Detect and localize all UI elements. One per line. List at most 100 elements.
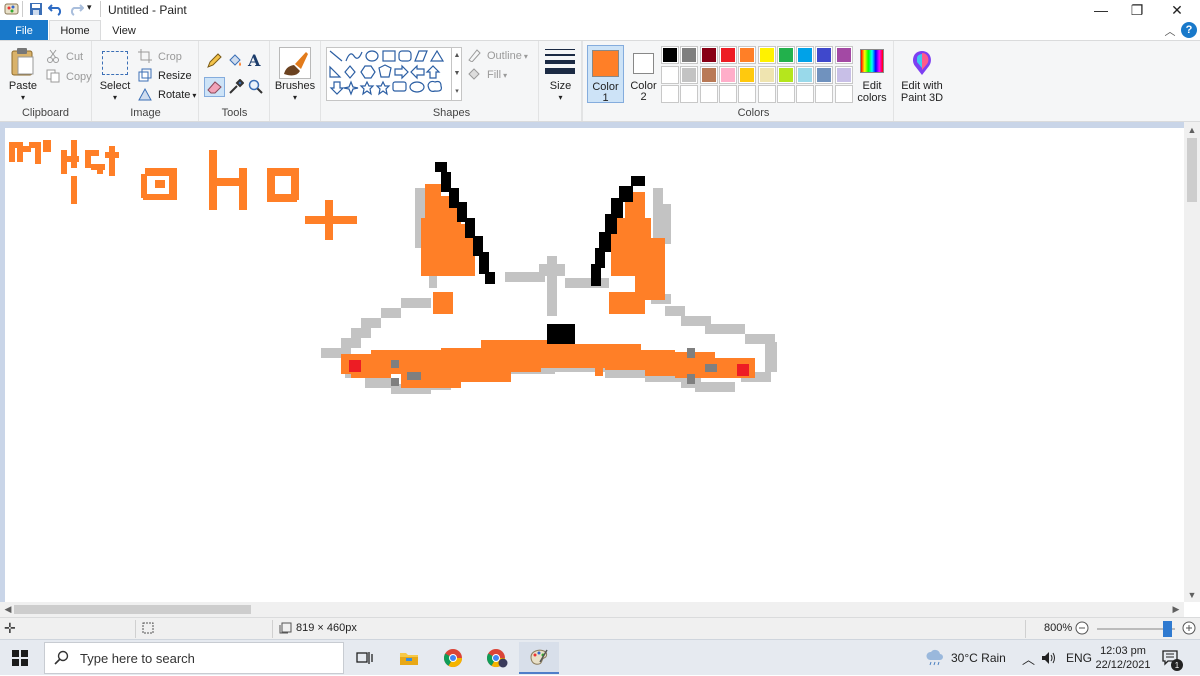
- rotate-button[interactable]: Rotate ▾: [138, 87, 196, 103]
- edit-with-paint3d-button[interactable]: Edit with: [895, 80, 949, 92]
- chrome-icon[interactable]: [433, 642, 473, 674]
- tab-home[interactable]: Home: [49, 20, 101, 41]
- pencil-icon[interactable]: [206, 53, 222, 72]
- text-tool-icon[interactable]: A: [248, 51, 260, 70]
- palette-swatch[interactable]: [776, 65, 795, 84]
- chrome-profile-icon[interactable]: [477, 642, 517, 674]
- custom-color-slot[interactable]: [661, 85, 679, 103]
- palette-swatch[interactable]: [661, 65, 679, 84]
- palette-swatch[interactable]: [815, 46, 834, 64]
- custom-color-slot[interactable]: [776, 85, 795, 103]
- close-button[interactable]: ✕: [1154, 0, 1200, 20]
- zoom-in-icon[interactable]: [1182, 621, 1196, 635]
- palette-swatch[interactable]: [815, 65, 834, 84]
- custom-color-slot[interactable]: [738, 85, 757, 103]
- task-view-icon[interactable]: [345, 642, 385, 674]
- size-button[interactable]: Size: [539, 80, 582, 92]
- redo-icon[interactable]: [68, 2, 84, 16]
- palette-swatch[interactable]: [834, 65, 853, 84]
- palette-swatch[interactable]: [699, 46, 718, 64]
- select-button[interactable]: Select: [95, 80, 135, 92]
- fill-button[interactable]: Fill ▾: [467, 67, 507, 83]
- palette-swatch[interactable]: [661, 46, 679, 64]
- palette-swatch[interactable]: [699, 65, 718, 84]
- paste-icon[interactable]: [10, 47, 36, 80]
- volume-icon[interactable]: [1041, 640, 1057, 676]
- palette-swatch[interactable]: [680, 46, 699, 64]
- paint-taskbar-icon[interactable]: [519, 642, 559, 674]
- scroll-down-icon[interactable]: ▼: [1184, 587, 1200, 602]
- palette-swatch[interactable]: [738, 46, 757, 64]
- size-dropdown-icon[interactable]: ▾: [539, 92, 582, 104]
- edit-colors-button[interactable]: Edit: [852, 80, 892, 92]
- select-icon[interactable]: [102, 51, 128, 75]
- outline-button[interactable]: Outline ▾: [467, 48, 528, 64]
- collapse-ribbon-button[interactable]: ︿: [1162, 20, 1178, 41]
- palette-swatch[interactable]: [796, 46, 815, 64]
- clock[interactable]: 12:03 pm 22/12/2021: [1094, 640, 1152, 676]
- crop-button[interactable]: Crop: [138, 49, 182, 65]
- magnifier-icon[interactable]: [248, 79, 264, 98]
- palette-swatch[interactable]: [834, 46, 853, 64]
- palette-swatch[interactable]: [718, 46, 737, 64]
- custom-color-slot[interactable]: [815, 85, 834, 103]
- vertical-scroll-thumb[interactable]: [1187, 138, 1197, 202]
- windows-start-icon[interactable]: [0, 642, 40, 674]
- zoom-out-icon[interactable]: [1075, 621, 1089, 635]
- action-center-icon[interactable]: 1: [1162, 640, 1183, 676]
- zoom-slider-thumb[interactable]: [1163, 621, 1172, 637]
- scissors-icon: [46, 49, 62, 65]
- shapes-scroll[interactable]: ▲ ▼ ▾: [451, 47, 462, 101]
- select-dropdown-icon[interactable]: ▾: [95, 92, 135, 104]
- brushes-button[interactable]: Brushes: [271, 80, 319, 92]
- scroll-up-icon[interactable]: ▲: [1184, 122, 1200, 137]
- lettering-stroke: [71, 176, 77, 204]
- palette-swatch[interactable]: [796, 65, 815, 84]
- language-indicator[interactable]: ENG: [1066, 640, 1092, 676]
- edit-colors-icon[interactable]: [858, 49, 886, 75]
- file-explorer-icon[interactable]: [389, 642, 429, 674]
- shapes-gallery[interactable]: [326, 47, 462, 101]
- tab-view[interactable]: View: [102, 20, 146, 41]
- show-hidden-icons-icon[interactable]: ︿: [1022, 640, 1035, 676]
- drawing-canvas[interactable]: [5, 128, 1184, 602]
- size-icon[interactable]: [545, 49, 575, 75]
- palette-swatch[interactable]: [757, 65, 776, 84]
- resize-button[interactable]: Resize: [138, 68, 192, 84]
- custom-color-slot[interactable]: [834, 85, 853, 103]
- fill-bucket-icon[interactable]: [227, 53, 243, 72]
- custom-color-slot[interactable]: [699, 85, 718, 103]
- brushes-dropdown-icon[interactable]: ▾: [271, 92, 319, 104]
- palette-swatch[interactable]: [738, 65, 757, 84]
- paste-button[interactable]: Paste: [4, 80, 42, 92]
- cut-button[interactable]: Cut: [46, 49, 83, 65]
- custom-color-slot[interactable]: [796, 85, 815, 103]
- custom-color-slot[interactable]: [680, 85, 699, 103]
- palette-swatch[interactable]: [718, 65, 737, 84]
- taskbar-search-box[interactable]: Type here to search: [44, 642, 344, 674]
- help-button[interactable]: ?: [1181, 22, 1197, 38]
- save-icon[interactable]: [29, 2, 43, 16]
- copy-button[interactable]: Copy: [46, 69, 92, 85]
- palette-swatch[interactable]: [757, 46, 776, 64]
- customize-quick-access-icon[interactable]: ▾: [87, 2, 92, 13]
- undo-icon[interactable]: [48, 2, 64, 16]
- vertical-scrollbar[interactable]: ▲ ▼: [1184, 122, 1200, 602]
- scroll-right-icon[interactable]: ▶: [1168, 602, 1184, 617]
- paint-app-icon[interactable]: [4, 2, 20, 16]
- palette-swatch[interactable]: [776, 46, 795, 64]
- paste-dropdown-icon[interactable]: ▾: [4, 92, 42, 104]
- color2-button[interactable]: Color 2: [626, 45, 663, 103]
- custom-color-slot[interactable]: [718, 85, 737, 103]
- color-picker-icon[interactable]: [228, 78, 245, 98]
- tab-file[interactable]: File: [0, 20, 48, 41]
- color1-button[interactable]: Color 1: [587, 45, 624, 104]
- palette-swatch[interactable]: [680, 65, 699, 84]
- weather-widget[interactable]: 30°C Rain: [925, 640, 1006, 676]
- brush-icon[interactable]: [279, 47, 311, 79]
- horizontal-scrollbar[interactable]: ◀ ▶: [0, 602, 1184, 617]
- paint-3d-icon[interactable]: [909, 49, 935, 80]
- eraser-tool-selected[interactable]: [204, 77, 225, 97]
- custom-color-slot[interactable]: [757, 85, 776, 103]
- horizontal-scroll-thumb[interactable]: [14, 605, 251, 614]
